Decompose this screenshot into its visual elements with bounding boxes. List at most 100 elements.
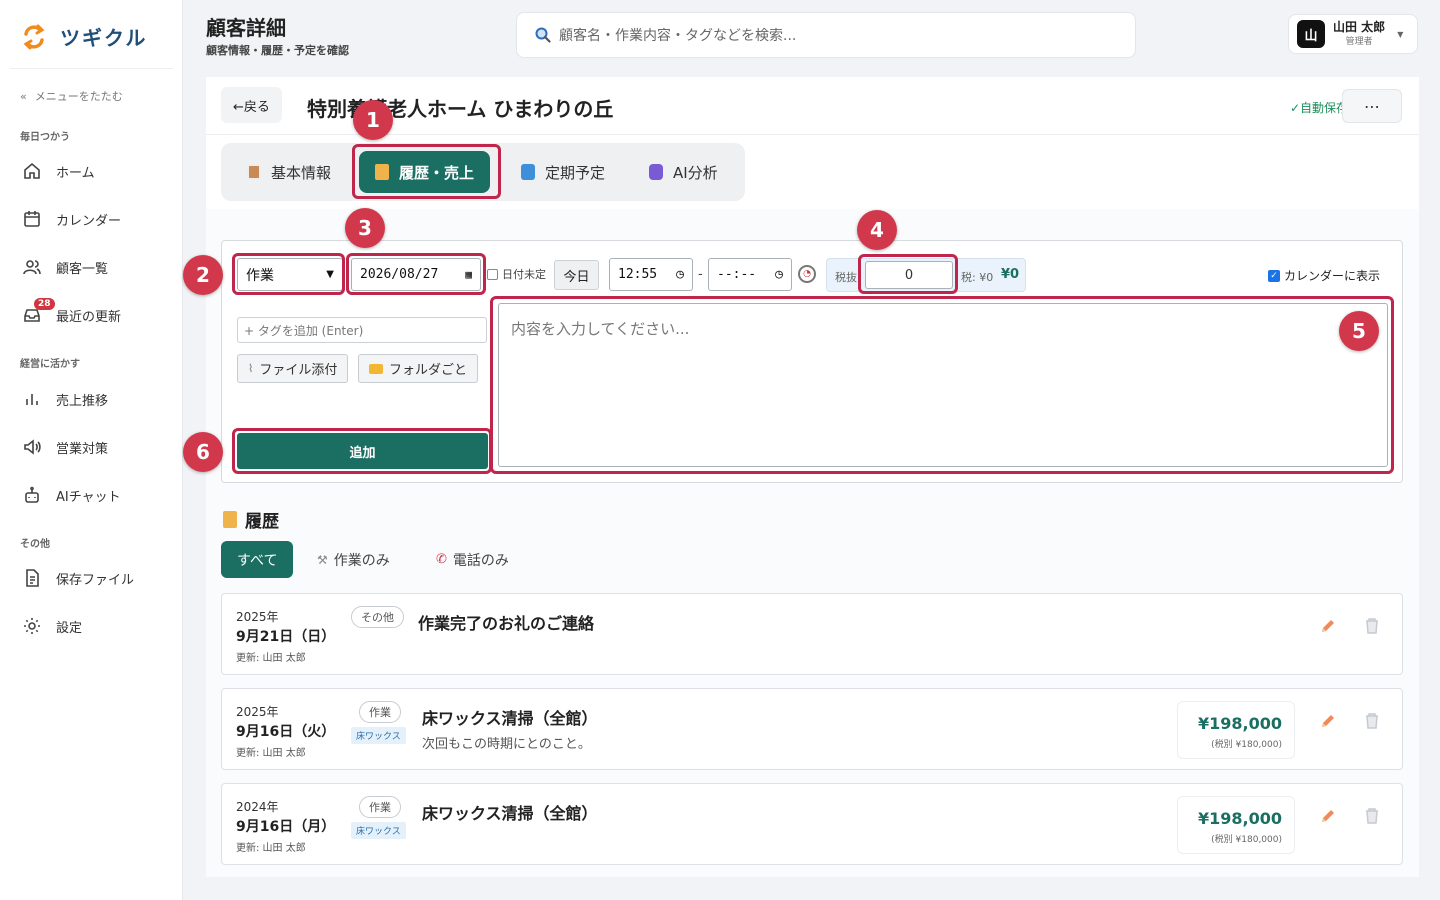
history-entry[interactable]: 2024年 9月16日（月） 更新: 山田 太郎 作業 床ワックス 床ワックス清… <box>221 783 1403 865</box>
more-options-button[interactable]: ⋯ <box>1342 89 1402 123</box>
home-icon <box>24 162 40 179</box>
user-menu[interactable]: 山 山田 太郎 管理者 ▼ <box>1288 14 1418 54</box>
history-entry[interactable]: 2025年 9月16日（火） 更新: 山田 太郎 作業 床ワックス 床ワックス清… <box>221 688 1403 770</box>
add-button[interactable]: 追加 <box>237 433 488 469</box>
user-name: 山田 太郎 <box>1333 20 1386 34</box>
filter-phone-only[interactable]: ✆ 電話のみ <box>420 541 525 578</box>
entry-category-badge: 作業 <box>359 796 401 818</box>
double-chevron-left-icon: « <box>20 89 27 103</box>
robot-icon <box>649 164 663 180</box>
entry-date: 9月16日（火） <box>236 724 336 740</box>
phone-icon: ✆ <box>436 552 447 567</box>
clock-icon: ◷ <box>775 267 783 282</box>
collapse-menu-button[interactable]: « メニューをたたむ <box>20 88 123 104</box>
section-label-business: 経営に活かす <box>20 359 80 370</box>
tab-ai-analysis[interactable]: AI分析 <box>633 151 734 193</box>
sidebar-item-customers[interactable]: 顧客一覧 <box>22 252 172 282</box>
search-input[interactable]: 顧客名・作業内容・タグなどを検索... <box>516 12 1136 58</box>
entry-year: 2024年 <box>236 800 279 814</box>
trash-icon[interactable] <box>1362 806 1382 826</box>
show-in-calendar-checkbox[interactable]: ✓ カレンダーに表示 <box>1268 267 1380 284</box>
tab-basic-info[interactable]: 基本情報 <box>231 151 347 193</box>
tabs-row: 基本情報 履歴・売上 定期予定 AI分析 <box>206 135 1419 209</box>
entry-type-select[interactable]: 作業 ▼ <box>237 258 343 291</box>
tag-input[interactable]: + タグを追加 (Enter) <box>237 317 487 343</box>
start-time-value: 12:55 <box>618 267 658 282</box>
trash-icon[interactable] <box>1362 616 1382 636</box>
content-textarea[interactable]: 内容を入力してください... <box>498 303 1388 467</box>
sidebar-item-label: 保存ファイル <box>56 572 135 588</box>
sidebar-item-ai-chat[interactable]: AIチャット <box>22 480 172 510</box>
sidebar-item-sales-strategy[interactable]: 営業対策 <box>22 432 172 462</box>
paperclip-icon: ⌇ <box>248 362 254 375</box>
entry-title: 床ワックス清掃（全館） <box>422 709 598 728</box>
time-clock-icon[interactable]: ◔ <box>798 265 816 283</box>
start-time-input[interactable]: 12:55 ◷ <box>609 258 693 291</box>
sidebar-item-label: 顧客一覧 <box>56 261 109 277</box>
page-title: 顧客詳細 <box>206 16 286 40</box>
gear-icon <box>24 618 40 634</box>
tab-label: AI分析 <box>673 163 718 182</box>
tax-excluded-label: 税抜 <box>835 271 857 284</box>
today-button[interactable]: 今日 <box>554 260 599 290</box>
sidebar-item-label: 設定 <box>56 620 83 636</box>
time-separator: - <box>698 267 703 282</box>
scroll-icon <box>223 511 237 528</box>
entry-price-excl-tax: (税別 ¥180,000) <box>1211 740 1282 750</box>
filter-all[interactable]: すべて <box>221 541 294 578</box>
logo[interactable]: ツギクル <box>20 22 147 51</box>
show-in-calendar-label: カレンダーに表示 <box>1284 269 1381 283</box>
entry-price: ¥198,000 (税別 ¥180,000) <box>1177 701 1295 759</box>
trash-icon[interactable] <box>1362 711 1382 731</box>
page-subtitle: 顧客情報・履歴・予定を確認 <box>206 44 349 57</box>
user-role: 管理者 <box>1345 37 1373 47</box>
sidebar-item-calendar[interactable]: カレンダー <box>22 204 172 234</box>
section-label-daily: 毎日つかう <box>20 132 70 143</box>
filter-label: 電話のみ <box>452 552 509 569</box>
back-button[interactable]: ←戻る <box>221 87 282 123</box>
search-placeholder: 顧客名・作業内容・タグなどを検索... <box>559 28 797 44</box>
repeat-icon <box>521 164 535 180</box>
step-marker-2: 2 <box>183 255 223 295</box>
attach-folder-button[interactable]: フォルダごと <box>358 354 479 383</box>
entry-year: 2025年 <box>236 705 279 719</box>
sidebar-item-label: ホーム <box>56 165 95 181</box>
sidebar-item-home[interactable]: ホーム <box>22 156 172 186</box>
entry-price: ¥198,000 (税別 ¥180,000) <box>1177 796 1295 854</box>
autosave-status: ✓自動保存 <box>1290 101 1349 115</box>
tax-amount: 税: ¥0 <box>961 271 994 284</box>
sidebar-item-label: AIチャット <box>56 489 121 505</box>
megaphone-icon <box>24 439 41 455</box>
entry-title: 床ワックス清掃（全館） <box>422 804 598 823</box>
attach-file-button[interactable]: ⌇ ファイル添付 <box>237 354 349 383</box>
divider <box>10 68 173 69</box>
amount-input[interactable]: 0 <box>865 261 953 289</box>
clipboard-icon <box>247 164 261 180</box>
sidebar-item-sales-trend[interactable]: 売上推移 <box>22 384 172 414</box>
pencil-icon[interactable] <box>1318 616 1338 636</box>
pencil-icon[interactable] <box>1318 711 1338 731</box>
date-value: 2026/08/27 <box>360 267 439 282</box>
step-marker-3: 3 <box>345 208 385 248</box>
sidebar-item-settings[interactable]: 設定 <box>22 611 172 641</box>
date-input[interactable]: 2026/08/27 ▦ <box>351 258 481 291</box>
app-name: ツギクル <box>60 26 148 50</box>
end-time-input[interactable]: --:-- ◷ <box>708 258 792 291</box>
entry-updated-by: 更新: 山田 太郎 <box>236 843 306 854</box>
filter-work-only[interactable]: ⚒ 作業のみ <box>301 541 406 578</box>
sidebar-item-saved-files[interactable]: 保存ファイル <box>22 563 172 593</box>
attach-folder-label: フォルダごと <box>389 363 468 378</box>
tab-label: 基本情報 <box>271 163 332 182</box>
history-title: 履歴 <box>245 512 279 532</box>
entry-note: 次回もこの時期にとのこと。 <box>422 737 591 752</box>
history-entry-form: 作業 ▼ 2026/08/27 ▦ 日付未定 今日 12:55 ◷ - --:-… <box>221 240 1403 483</box>
check-icon: ✓ <box>1268 269 1280 282</box>
history-entry[interactable]: 2025年 9月21日（日） 更新: 山田 太郎 その他 作業完了のお礼のご連絡 <box>221 593 1403 675</box>
pencil-icon[interactable] <box>1318 806 1338 826</box>
sidebar-item-recent-updates[interactable]: 28 最近の更新 <box>22 298 172 330</box>
tab-history-sales[interactable]: 履歴・売上 <box>359 151 491 193</box>
entry-year: 2025年 <box>236 610 279 624</box>
entry-price-excl-tax: (税別 ¥180,000) <box>1211 835 1282 845</box>
date-undecided-checkbox[interactable]: 日付未定 <box>487 266 546 282</box>
tab-recurring-schedule[interactable]: 定期予定 <box>505 151 621 193</box>
